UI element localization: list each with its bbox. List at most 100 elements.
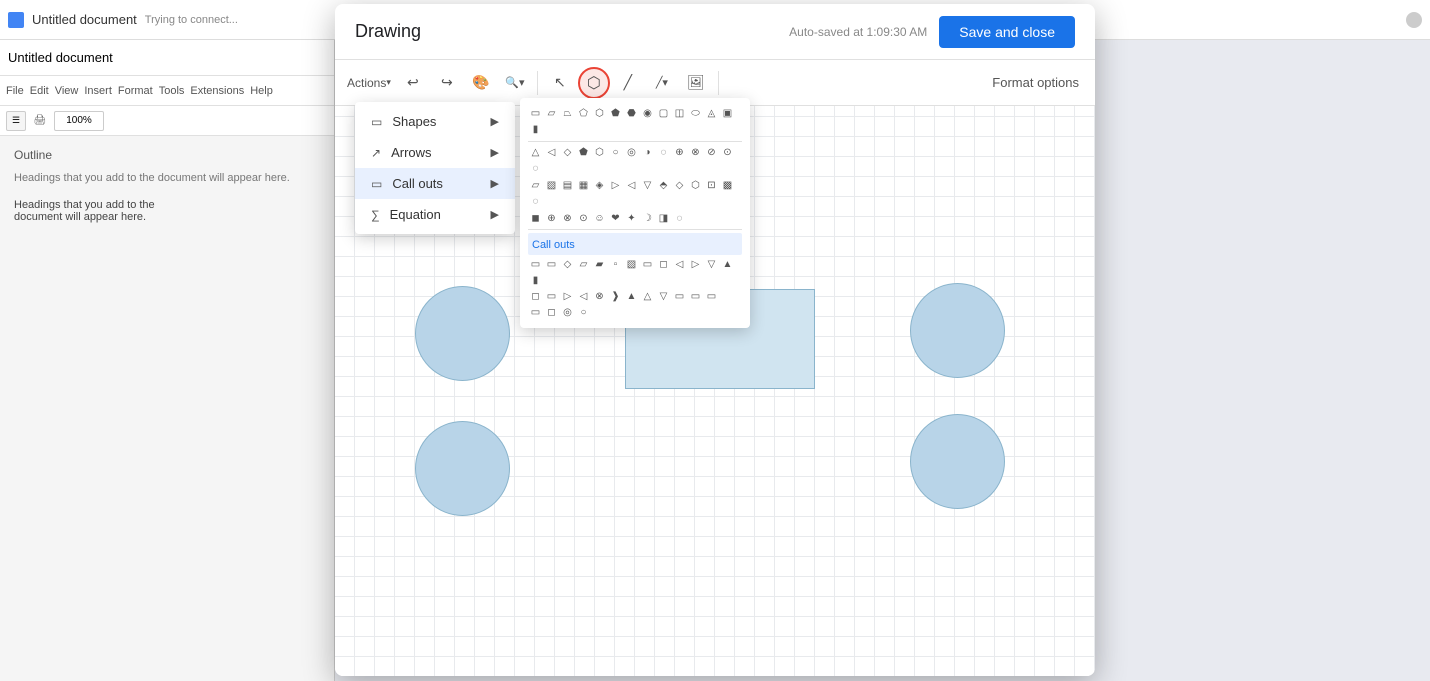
- shape-trapezoid[interactable]: ⏢: [560, 106, 575, 121]
- menu-tools[interactable]: Tools: [159, 85, 185, 97]
- shape-ellipse[interactable]: ⬡: [592, 145, 607, 160]
- shape-frame[interactable]: ⬭: [688, 106, 703, 121]
- paint-format-button[interactable]: 🎨: [465, 67, 497, 99]
- menu-item-arrows[interactable]: ↗ Arrows ▶: [355, 137, 515, 168]
- shape-can[interactable]: ▤: [560, 178, 575, 193]
- callout-2-seg-4[interactable]: ▭: [704, 289, 719, 304]
- print-icon[interactable]: 🖨: [30, 111, 50, 131]
- shape-moon[interactable]: ⬡: [688, 178, 703, 193]
- shape-diamond-cut[interactable]: ◬: [704, 106, 719, 121]
- shape-teardrop[interactable]: ⬟: [576, 145, 591, 160]
- shape-block-arc[interactable]: ◁: [624, 178, 639, 193]
- shape-pentagon[interactable]: ⬠: [576, 106, 591, 121]
- callout-seg-2[interactable]: ◁: [672, 257, 687, 272]
- shape-cross[interactable]: ▱: [528, 178, 543, 193]
- shape-circle[interactable]: ○: [608, 145, 623, 160]
- shape-folder[interactable]: ◈: [592, 178, 607, 193]
- callout-2-line[interactable]: ❱: [608, 289, 623, 304]
- shape-cloud[interactable]: ⊡: [704, 178, 719, 193]
- callout-seg-4[interactable]: ▽: [704, 257, 719, 272]
- shape-star16[interactable]: ☽: [640, 211, 655, 226]
- shape-hexagon[interactable]: ⬡: [592, 106, 607, 121]
- shape-rounded-rect[interactable]: ▢: [656, 106, 671, 121]
- callout-bent-2[interactable]: ▭: [640, 257, 655, 272]
- shape-block[interactable]: ▮: [528, 122, 543, 137]
- callout-seg-5[interactable]: ▲: [720, 257, 735, 272]
- callout-bent[interactable]: ▧: [624, 257, 639, 272]
- format-options-button[interactable]: Format options: [984, 71, 1087, 94]
- callout-2-rounded[interactable]: ▭: [544, 289, 559, 304]
- shape-chord[interactable]: ◌: [656, 145, 671, 160]
- menu-view[interactable]: View: [55, 85, 79, 97]
- shape-bevel[interactable]: ▣: [720, 106, 735, 121]
- line-button[interactable]: ╱: [612, 67, 644, 99]
- zoom-control[interactable]: 100%: [54, 111, 104, 131]
- shape-bent-corner[interactable]: ▷: [608, 178, 623, 193]
- shape-decagon[interactable]: ◉: [640, 106, 655, 121]
- shape-no-symbol[interactable]: ⊗: [688, 145, 703, 160]
- shape-right-triangle[interactable]: ◁: [544, 145, 559, 160]
- callout-3-oval[interactable]: ◻: [544, 305, 559, 320]
- shape-heptagon[interactable]: ⬟: [608, 106, 623, 121]
- shape-wave[interactable]: ▽: [640, 178, 655, 193]
- callout-2-bent[interactable]: ▲: [624, 289, 639, 304]
- callout-2-seg[interactable]: ▽: [656, 289, 671, 304]
- zoom-button[interactable]: 🔍▾: [499, 67, 531, 99]
- callout-seg[interactable]: ◻: [656, 257, 671, 272]
- shape-star4[interactable]: ◼: [528, 211, 543, 226]
- shape-double-wave[interactable]: ⬘: [656, 178, 671, 193]
- callout-2-cloud[interactable]: ◁: [576, 289, 591, 304]
- shape-star32[interactable]: ◌: [672, 211, 687, 226]
- callout-seg-6[interactable]: ▮: [528, 273, 543, 288]
- menu-insert[interactable]: Insert: [84, 85, 112, 97]
- callout-3-rect[interactable]: ▭: [528, 305, 543, 320]
- shape-ring[interactable]: ◎: [624, 145, 639, 160]
- menu-item-shapes[interactable]: ▭ Shapes ▶: [355, 106, 515, 137]
- callout-rect[interactable]: ▭: [528, 257, 543, 272]
- hamburger-icon[interactable]: ☰: [6, 111, 26, 131]
- shape-star12[interactable]: ✦: [624, 211, 639, 226]
- image-button[interactable]: 🖼: [680, 67, 712, 99]
- shape-tool-button[interactable]: ⬡: [578, 67, 610, 99]
- save-close-button[interactable]: Save and close: [939, 16, 1075, 48]
- select-button[interactable]: ↖: [544, 67, 576, 99]
- callout-3-ring[interactable]: ◎: [560, 305, 575, 320]
- callout-rounded[interactable]: ▭: [544, 257, 559, 272]
- menu-format[interactable]: Format: [118, 85, 153, 97]
- shape-sun[interactable]: ◇: [672, 178, 687, 193]
- callout-line-2[interactable]: ▫: [608, 257, 623, 272]
- menu-help[interactable]: Help: [250, 85, 273, 97]
- actions-button[interactable]: Actions ▾: [343, 67, 395, 99]
- menu-item-callouts[interactable]: ▭ Call outs ▶: [355, 168, 515, 199]
- shape-diamond[interactable]: ◇: [560, 145, 575, 160]
- callout-line[interactable]: ▰: [592, 257, 607, 272]
- shape-snip-rect[interactable]: ◫: [672, 106, 687, 121]
- callout-cloud[interactable]: ▱: [576, 257, 591, 272]
- shape-diagonal[interactable]: ◌: [528, 161, 543, 176]
- shape-plaque[interactable]: ▧: [544, 178, 559, 193]
- redo-button[interactable]: ↪: [431, 67, 463, 99]
- shape-star5[interactable]: ⊕: [544, 211, 559, 226]
- callout-3-circle[interactable]: ○: [576, 305, 591, 320]
- callout-oval[interactable]: ◇: [560, 257, 575, 272]
- menu-edit[interactable]: Edit: [30, 85, 49, 97]
- shape-donut[interactable]: ⊕: [672, 145, 687, 160]
- shape-pie[interactable]: ◑: [640, 145, 655, 160]
- menu-extensions[interactable]: Extensions: [190, 85, 244, 97]
- shape-star7[interactable]: ⊙: [576, 211, 591, 226]
- shape-l-shape[interactable]: ⊙: [720, 145, 735, 160]
- callout-2-bent-2[interactable]: △: [640, 289, 655, 304]
- callout-2-rect[interactable]: ◻: [528, 289, 543, 304]
- shape-cube[interactable]: ▦: [576, 178, 591, 193]
- line-arrow-button[interactable]: ╱▾: [646, 67, 678, 99]
- callout-2-seg-2[interactable]: ▭: [672, 289, 687, 304]
- callout-seg-3[interactable]: ▷: [688, 257, 703, 272]
- menu-item-equation[interactable]: ∑ Equation ▶: [355, 199, 515, 230]
- callout-2-seg-3[interactable]: ▭: [688, 289, 703, 304]
- shape-parallelogram[interactable]: ▱: [544, 106, 559, 121]
- callout-2-oval[interactable]: ▷: [560, 289, 575, 304]
- shape-half-frame[interactable]: ⊘: [704, 145, 719, 160]
- shape-lightning[interactable]: ▩: [720, 178, 735, 193]
- shape-star10[interactable]: ❤: [608, 211, 623, 226]
- shape-triangle[interactable]: △: [528, 145, 543, 160]
